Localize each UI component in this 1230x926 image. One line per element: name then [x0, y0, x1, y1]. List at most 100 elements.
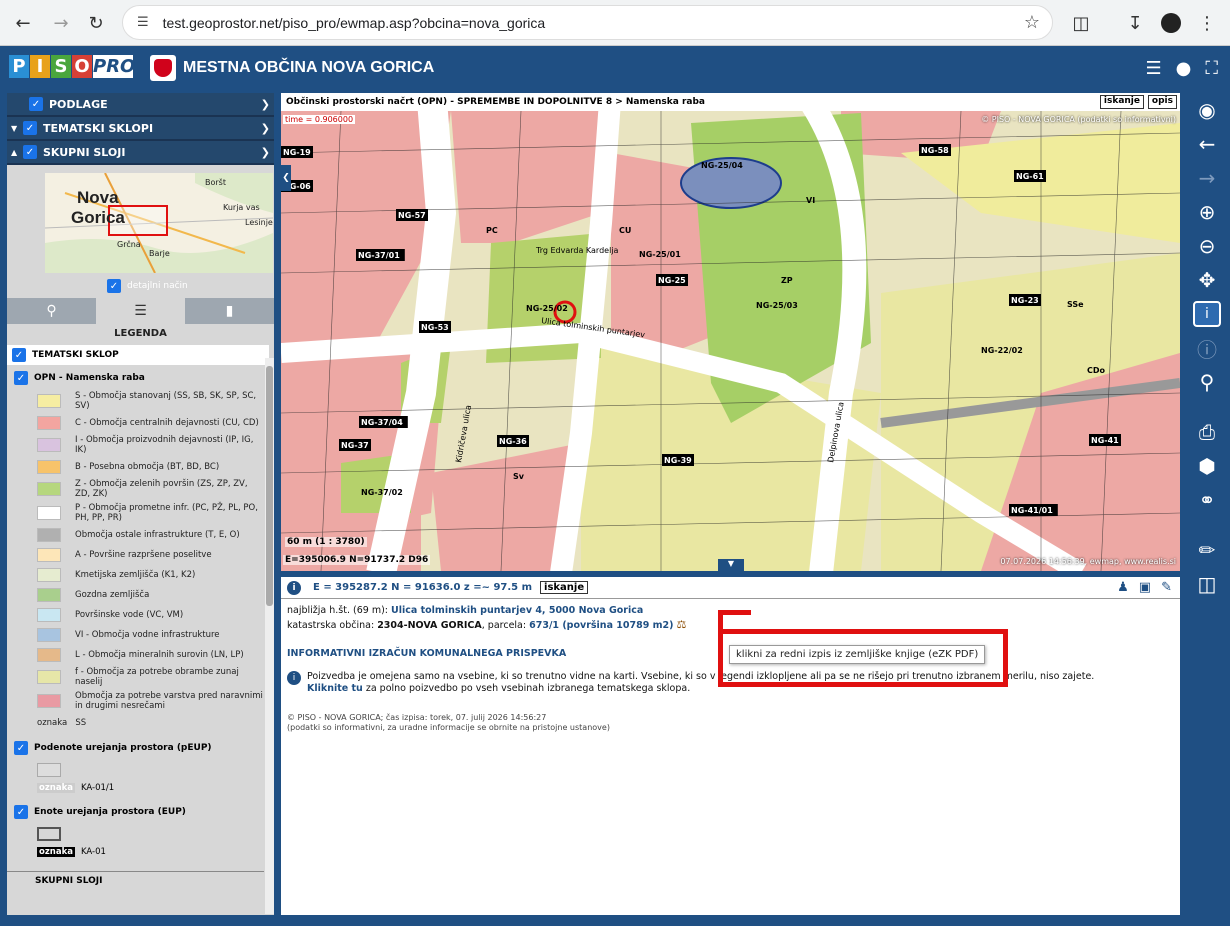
map-search-button[interactable]: iskanje	[1099, 95, 1144, 109]
opn-layer-label: OPN - Namenska raba	[34, 373, 145, 383]
legend-swatch	[37, 588, 61, 602]
map-label: NG-25/03	[756, 301, 798, 310]
tab-search[interactable]: ⚲	[7, 298, 96, 324]
streetview-icon[interactable]: ♟	[1117, 580, 1129, 595]
piso-logo[interactable]: P I S O PRO	[9, 55, 135, 78]
oznaka-tag: oznaka	[37, 847, 75, 857]
full-query-link[interactable]: Kliknite tu	[307, 683, 363, 694]
checkbox-icon[interactable]: ✓	[107, 279, 121, 293]
location-pin-icon[interactable]: ⚲	[1184, 365, 1230, 399]
checkbox-icon[interactable]: ✓	[14, 805, 28, 819]
legend-item: Območja ostale infrastrukture (T, E, O)	[7, 525, 264, 545]
overview-minimap[interactable]: Nova Gorica Kurja vas Grčna Barje Lesinj…	[45, 173, 273, 273]
3d-box-icon[interactable]: ⬢	[1184, 449, 1230, 483]
minimap-label: Grčna	[117, 239, 141, 249]
legend-swatch	[37, 568, 61, 582]
legend-swatch	[37, 608, 61, 622]
map-label: SSe	[1067, 300, 1084, 309]
scroll-thumb[interactable]	[266, 366, 273, 606]
eup-layer[interactable]: ✓ Enote urejanja prostora (EUP)	[7, 793, 264, 823]
nearest-address-link[interactable]: Ulica tolminskih puntarjev 4, 5000 Nova …	[391, 605, 643, 616]
map-header-title: Občinski prostorski načrt (OPN) - SPREME…	[286, 97, 705, 107]
extensions-icon[interactable]: ◫	[1066, 8, 1096, 38]
section-tematski[interactable]: ▼ ✓ TEMATSKI SKLOPI ❯	[7, 117, 274, 141]
land-registry-icon[interactable]: ⚖	[677, 618, 687, 631]
add-bookmark-icon[interactable]: ▣	[1139, 580, 1151, 595]
zoom-out-icon[interactable]: ⊖	[1184, 229, 1230, 263]
tab-bookmarks[interactable]: ▮	[185, 298, 274, 324]
compare-icon[interactable]: ◫	[1184, 567, 1230, 601]
tab-layers[interactable]: ☰	[96, 298, 185, 324]
checkbox-icon[interactable]: ✓	[12, 348, 26, 362]
ko-value: 2304-NOVA GORICA	[377, 620, 482, 631]
info-panel: i E = 395287.2 N = 91636.0 z =~ 97.5 m i…	[281, 577, 1180, 915]
opn-layer[interactable]: ✓ OPN - Namenska raba	[7, 365, 264, 389]
browser-menu-icon[interactable]: ⋮	[1192, 8, 1222, 38]
map-view[interactable]: NG-25/04 NG-25/03 NG-25/02 NG-25/01 NG-25 NG-…	[281, 93, 1180, 571]
eye-icon[interactable]: ◉	[1184, 93, 1230, 127]
legend-scrollbar[interactable]	[265, 358, 274, 914]
legend-item: Z - Območja zelenih površin (ZS, ZP, ZV,…	[7, 477, 264, 501]
forward-icon[interactable]: →	[46, 8, 76, 38]
profile-avatar[interactable]	[1156, 8, 1186, 38]
section-skupni[interactable]: ▲ ✓ SKUPNI SLOJI ❯	[7, 141, 274, 165]
map-label: CDo	[1087, 366, 1106, 375]
scale-bar: 60 m (1 : 3780)	[285, 537, 367, 547]
checkbox-icon[interactable]: ✓	[23, 145, 37, 159]
collapse-left-icon[interactable]: ❮	[281, 165, 291, 191]
link-icon[interactable]: ⚭	[1184, 483, 1230, 517]
right-toolbar: ◉ ← → ⊕ ⊖ ✥ i ⓘ ⚲ ⎙ ⬢ ⚭ ✏ ◫	[1184, 93, 1230, 915]
map-label: NG-25	[658, 276, 686, 285]
address-bar[interactable]: ☰ test.geoprostor.net/piso_pro/ewmap.asp…	[122, 5, 1053, 40]
menu-icon[interactable]: ☰	[1146, 58, 1162, 79]
map-canvas[interactable]: NG-25/04 NG-25/03 NG-25/02 NG-25/01 NG-25 NG-…	[281, 93, 1180, 571]
map-label: NG-37/04	[361, 418, 403, 427]
tooltip: klikni za redni izpis iz zemljiške knjig…	[729, 645, 986, 664]
back-arrow-icon[interactable]: ←	[1184, 127, 1230, 161]
section-podlage[interactable]: ✓ PODLAGE ❯	[7, 93, 274, 117]
legend-item-label: Območja za potrebe varstva pred naravnim…	[75, 691, 263, 711]
legend-header[interactable]: ✓ TEMATSKI SKLOP	[7, 345, 269, 365]
checkbox-icon[interactable]: ✓	[14, 741, 28, 755]
collapse-bottom-icon[interactable]: ▼	[718, 559, 744, 571]
logo-letter: I	[30, 55, 50, 78]
legend-item: C - Območja centralnih dejavnosti (CU, C…	[7, 413, 264, 433]
site-info-icon[interactable]: ☰	[137, 15, 149, 30]
print-icon[interactable]: ⎙	[1184, 415, 1230, 449]
checkbox-icon[interactable]: ✓	[29, 97, 43, 111]
legend-item-label: I - Območja proizvodnih dejavnosti (IP, …	[75, 435, 254, 455]
ko-label: katastrska občina:	[287, 620, 375, 631]
user-icon[interactable]: ●	[1176, 58, 1192, 79]
parcel-label: , parcela:	[481, 620, 527, 631]
info-tool-icon[interactable]: i	[1184, 297, 1230, 331]
forward-arrow-icon[interactable]: →	[1184, 161, 1230, 195]
back-icon[interactable]: ←	[8, 8, 38, 38]
map-label: NG-37/02	[361, 488, 403, 497]
time-readout: time = 0.906000	[283, 115, 356, 124]
url-text[interactable]: test.geoprostor.net/piso_pro/ewmap.asp?o…	[163, 15, 546, 31]
map-label: NG-58	[921, 146, 949, 155]
edit-icon[interactable]: ✎	[1161, 580, 1172, 595]
peup-swatch	[37, 763, 61, 777]
download-icon[interactable]: ↧	[1120, 8, 1150, 38]
map-label: VI	[806, 196, 815, 205]
bookmark-star-icon[interactable]: ☆	[1024, 12, 1040, 33]
peup-layer[interactable]: ✓ Podenote urejanja prostora (pEUP)	[7, 733, 264, 759]
info-list-icon[interactable]: ⓘ	[1184, 331, 1230, 365]
zoom-in-icon[interactable]: ⊕	[1184, 195, 1230, 229]
reload-icon[interactable]: ↻	[81, 8, 111, 38]
checkbox-icon[interactable]: ✓	[14, 371, 28, 385]
checkbox-icon[interactable]: ✓	[23, 121, 37, 135]
map-label: Sv	[513, 472, 525, 481]
detail-mode-toggle[interactable]: ✓ detajlni način	[107, 279, 188, 293]
fullscreen-icon[interactable]: ⛶	[1205, 58, 1218, 79]
legend-header-label: TEMATSKI SKLOP	[32, 350, 119, 360]
pan-icon[interactable]: ✥	[1184, 263, 1230, 297]
parcel-link[interactable]: 673/1 (površina 10789 m2)	[529, 620, 673, 631]
map-label: PC	[486, 226, 498, 235]
map-label: NG-41	[1091, 436, 1119, 445]
map-desc-button[interactable]: opis	[1147, 95, 1177, 109]
measure-ruler-icon[interactable]: ✏	[1184, 533, 1230, 567]
info-search-button[interactable]: iskanje	[540, 581, 589, 594]
legend-item-label: L - Območja mineralnih surovin (LN, LP)	[75, 650, 244, 660]
